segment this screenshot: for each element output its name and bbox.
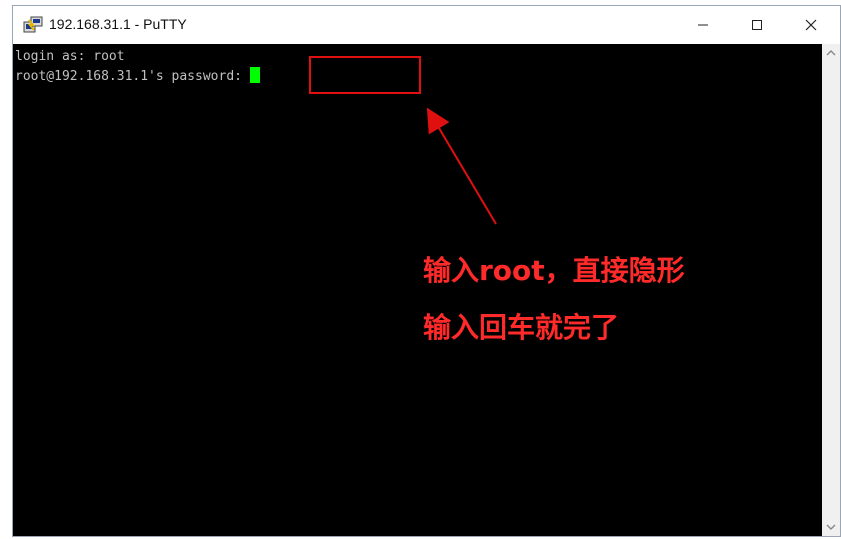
- terminal-line-login: login as: root: [15, 49, 125, 64]
- scroll-down-button[interactable]: [822, 518, 840, 536]
- chevron-up-icon: [826, 50, 836, 56]
- maximize-icon: [752, 20, 762, 30]
- maximize-button[interactable]: [734, 6, 780, 44]
- putty-icon: [23, 16, 43, 33]
- scroll-up-button[interactable]: [822, 44, 840, 62]
- terminal-line-password: root@192.168.31.1's password:: [15, 67, 260, 86]
- close-icon: [805, 19, 817, 31]
- annotation-text-line2: 输入回车就完了: [423, 311, 620, 344]
- minimize-icon: [698, 24, 708, 26]
- close-button[interactable]: [788, 6, 834, 44]
- password-prompt: root@192.168.31.1's password:: [15, 69, 242, 84]
- title-bar[interactable]: 192.168.31.1 - PuTTY: [13, 6, 840, 44]
- annotation-text-line1: 输入root，直接隐形: [423, 254, 685, 287]
- vertical-scrollbar[interactable]: [822, 44, 840, 536]
- password-highlight-box: [309, 56, 421, 94]
- terminal-screen[interactable]: login as: root root@192.168.31.1's passw…: [13, 44, 822, 536]
- putty-window: 192.168.31.1 - PuTTY login as: root root…: [12, 5, 841, 537]
- chevron-down-icon: [826, 524, 836, 530]
- terminal-cursor: [249, 67, 260, 83]
- minimize-button[interactable]: [680, 6, 726, 44]
- scroll-track[interactable]: [824, 62, 838, 518]
- annotation-arrow: [426, 107, 497, 225]
- window-title: 192.168.31.1 - PuTTY: [49, 16, 187, 32]
